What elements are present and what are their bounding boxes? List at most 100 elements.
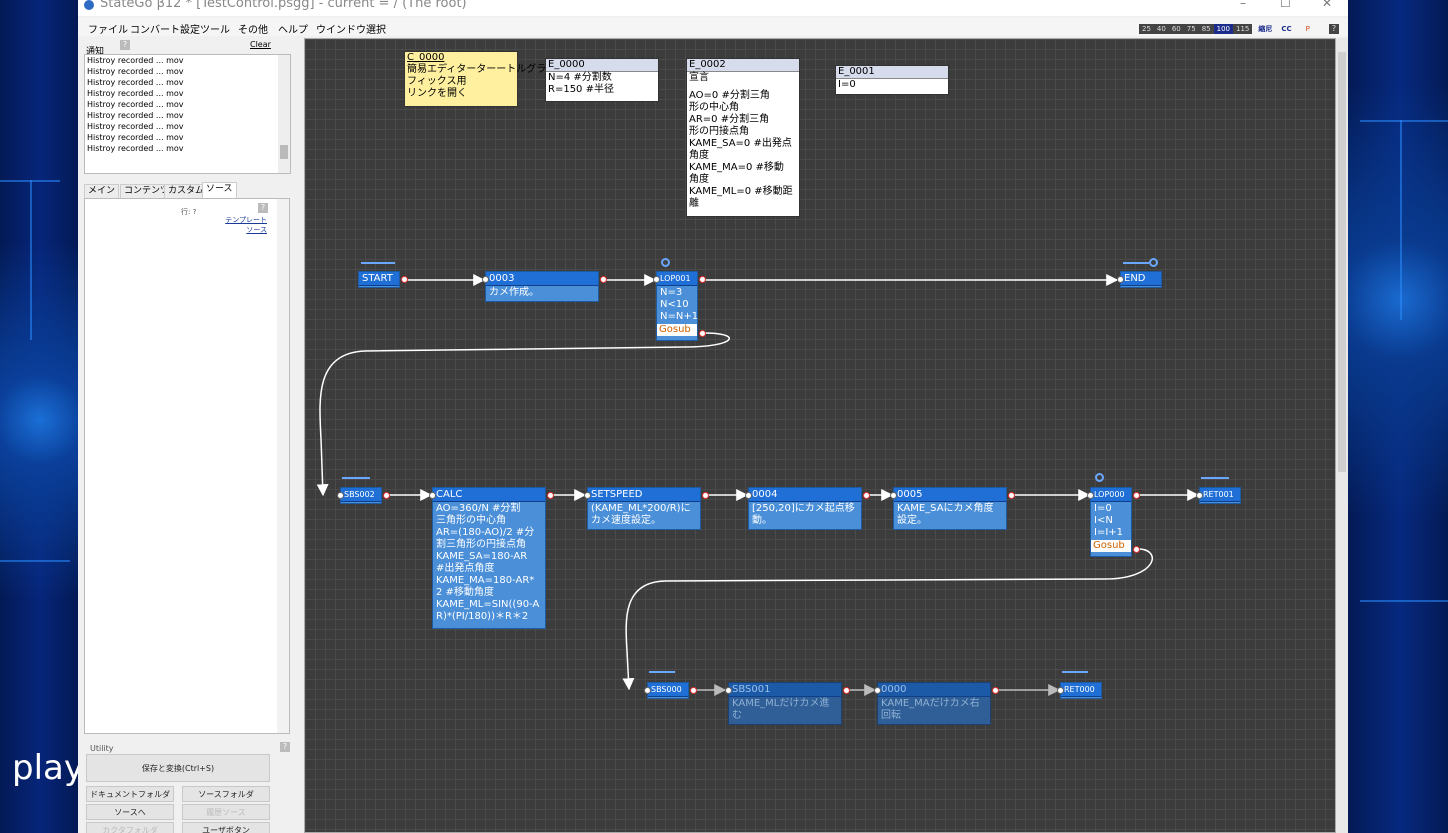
- minimize-button[interactable]: –: [1240, 0, 1246, 9]
- gosub-pin[interactable]: [1133, 546, 1140, 553]
- output-pin[interactable]: [401, 276, 408, 283]
- output-pin[interactable]: [863, 492, 870, 499]
- note-line: KAME_ML=0 #移動距: [689, 186, 793, 197]
- output-pin[interactable]: [699, 276, 706, 283]
- state-diagram-canvas[interactable]: C_0000 簡易エディターターートルグラ フィックス用 リンクを開く E_00…: [304, 38, 1336, 833]
- state-node-ret000[interactable]: RET000: [1057, 682, 1102, 699]
- source-link[interactable]: ソース: [246, 225, 267, 235]
- variable-note-e0000[interactable]: E_0000 N=4 #分割数 R=150 #半径: [545, 58, 659, 102]
- state-node-start[interactable]: START: [358, 271, 408, 288]
- state-node-ret001[interactable]: RET001: [1196, 487, 1241, 504]
- scroll-thumb[interactable]: [1338, 52, 1346, 472]
- state-line: 割三角形の円接点角: [436, 539, 526, 550]
- output-pin[interactable]: [600, 276, 607, 283]
- notice-list[interactable]: Histroy recorded ... mov Histroy recorde…: [84, 54, 291, 174]
- state-line: KAME_ML=SIN((90-A: [436, 599, 540, 610]
- utility-help-icon[interactable]: ?: [280, 742, 290, 752]
- zoom-25[interactable]: 25: [1139, 24, 1154, 34]
- gosub-label[interactable]: Gosub: [657, 324, 697, 336]
- output-pin[interactable]: [992, 687, 999, 694]
- state-title: SETSPEED: [588, 488, 700, 502]
- p-button[interactable]: P: [1303, 24, 1313, 34]
- tab-main[interactable]: メイン: [84, 184, 120, 198]
- source-panel[interactable]: 行: ? ? テンプレート ソース: [84, 198, 290, 734]
- input-pin[interactable]: [890, 492, 897, 499]
- gosub-pin[interactable]: [699, 330, 706, 337]
- tab-source[interactable]: ソース: [202, 182, 237, 198]
- zoom-40[interactable]: 40: [1153, 24, 1169, 34]
- zoom-help-icon[interactable]: ?: [1328, 24, 1339, 34]
- maximize-button[interactable]: ☐: [1280, 0, 1291, 9]
- notice-help-icon[interactable]: ?: [120, 40, 130, 50]
- menu-tools[interactable]: ツール: [200, 21, 230, 36]
- menu-other[interactable]: その他: [238, 21, 268, 36]
- input-pin[interactable]: [653, 276, 660, 283]
- variable-note-e0001[interactable]: E_0001 I=0: [835, 65, 949, 95]
- list-item: Histroy recorded ... mov: [87, 78, 184, 87]
- menu-file[interactable]: ファイル: [88, 21, 128, 36]
- input-pin[interactable]: [1087, 492, 1094, 499]
- notice-scrollbar[interactable]: [278, 55, 290, 173]
- state-node-0000[interactable]: 0000 KAME_MAだけカメ右 回転: [874, 682, 999, 725]
- state-node-lop000[interactable]: LOP000 I=0 I<N I=I+1 Gosub: [1087, 487, 1140, 557]
- state-node-sbs002[interactable]: SBS002: [337, 487, 390, 504]
- zoom-60[interactable]: 60: [1168, 24, 1184, 34]
- history-source-button[interactable]: 履歴ソース: [182, 804, 270, 820]
- output-pin[interactable]: [690, 687, 697, 694]
- input-pin[interactable]: [337, 492, 344, 499]
- output-pin[interactable]: [702, 492, 709, 499]
- menu-help[interactable]: ヘルプ: [278, 21, 308, 36]
- input-pin[interactable]: [1057, 687, 1064, 694]
- source-help-icon[interactable]: ?: [258, 203, 268, 213]
- gosub-label[interactable]: Gosub: [1091, 540, 1131, 552]
- output-pin[interactable]: [547, 492, 554, 499]
- source-scrollbar[interactable]: [277, 199, 289, 733]
- input-pin[interactable]: [725, 687, 732, 694]
- template-link[interactable]: テンプレート: [225, 215, 267, 225]
- input-pin[interactable]: [644, 687, 651, 694]
- close-button[interactable]: ✕: [1322, 0, 1332, 9]
- output-pin[interactable]: [1008, 492, 1015, 499]
- state-node-setspeed[interactable]: SETSPEED (KAME_ML*200/R)に カメ速度設定。: [584, 487, 709, 530]
- output-pin[interactable]: [383, 492, 390, 499]
- document-folder-button[interactable]: ドキュメントフォルダ: [86, 786, 174, 802]
- input-pin[interactable]: [429, 492, 436, 499]
- clear-link[interactable]: Clear: [250, 40, 271, 49]
- menu-convert-settings[interactable]: コンバート設定: [130, 21, 200, 36]
- cactus-folder-button[interactable]: カクタフォルダ: [86, 822, 174, 833]
- input-pin[interactable]: [1117, 276, 1124, 283]
- state-node-lop001[interactable]: LOP001 N=3 N<10 N=N+1 Gosub: [653, 271, 706, 341]
- output-pin[interactable]: [843, 687, 850, 694]
- zoom-85[interactable]: 85: [1198, 24, 1214, 34]
- comment-note-c0000[interactable]: C_0000 簡易エディターターートルグラ フィックス用 リンクを開く: [404, 51, 546, 107]
- zoom-115[interactable]: 115: [1232, 24, 1253, 34]
- shrink-button[interactable]: 縮尼: [1255, 24, 1275, 34]
- state-node-calc[interactable]: CALC AO=360/N #分割 三角形の中心角 AR=(180-AO)/2 …: [429, 487, 554, 629]
- source-folder-button[interactable]: ソースフォルダ: [182, 786, 270, 802]
- input-pin[interactable]: [1196, 492, 1203, 499]
- zoom-75[interactable]: 75: [1183, 24, 1199, 34]
- state-node-0003[interactable]: 0003 カメ作成。: [482, 271, 607, 302]
- to-source-button[interactable]: ソースへ: [86, 804, 174, 820]
- save-convert-button[interactable]: 保存と変換(Ctrl+S): [86, 754, 270, 782]
- state-node-0004[interactable]: 0004 [250,20]にカメ起点移 動。: [745, 487, 870, 530]
- state-node-sbs001[interactable]: SBS001 KAME_MLだけカメ進 む: [725, 682, 850, 725]
- input-pin[interactable]: [584, 492, 591, 499]
- user-button[interactable]: ユーザボタン: [182, 822, 270, 833]
- canvas-scrollbar[interactable]: [1336, 38, 1348, 833]
- input-pin[interactable]: [745, 492, 752, 499]
- state-line: 回転: [881, 710, 901, 721]
- scroll-thumb[interactable]: [280, 145, 288, 159]
- variable-note-e0002[interactable]: E_0002 宣言 AO=0 #分割三角 形の中心角 AR=0 #分割三角 形の…: [686, 58, 800, 217]
- list-item: Histroy recorded ... mov: [87, 122, 184, 131]
- menu-window-select[interactable]: ウインドウ選択: [316, 21, 386, 36]
- cc-button[interactable]: CC: [1278, 24, 1294, 34]
- state-node-sbs000[interactable]: SBS000: [644, 682, 697, 699]
- zoom-100[interactable]: 100: [1213, 24, 1233, 34]
- input-pin[interactable]: [482, 276, 489, 283]
- note-line: R=150 #半径: [548, 84, 614, 95]
- output-pin[interactable]: [1133, 492, 1140, 499]
- input-pin[interactable]: [874, 687, 881, 694]
- state-node-end[interactable]: END: [1117, 271, 1162, 288]
- state-node-0005[interactable]: 0005 KAME_SAにカメ角度 設定。: [890, 487, 1015, 530]
